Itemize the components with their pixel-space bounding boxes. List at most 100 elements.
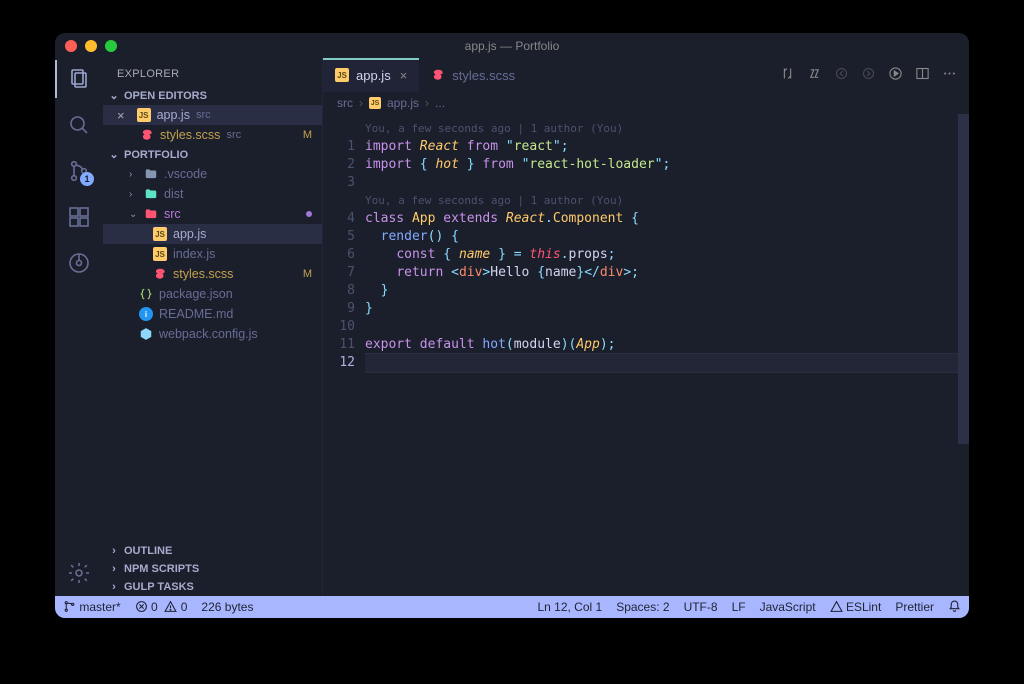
tree-folder[interactable]: › .vscode [103, 164, 322, 184]
line-number-gutter: 123 456789 101112 [323, 114, 365, 596]
tab-label: app.js [356, 68, 391, 83]
open-editor-item[interactable]: styles.scss src M [103, 125, 322, 145]
breadcrumb-item[interactable]: ... [435, 96, 445, 110]
breadcrumb-item[interactable]: src [337, 96, 353, 110]
file-dir: src [226, 129, 241, 141]
folder-icon [144, 187, 158, 201]
portfolio-section[interactable]: ⌄ PORTFOLIO [103, 145, 322, 164]
file-dir: src [196, 109, 211, 121]
tab-label: styles.scss [452, 68, 515, 83]
folder-icon [144, 167, 158, 181]
run-icon[interactable] [888, 66, 903, 84]
chevron-right-icon: › [359, 96, 363, 110]
chevron-down-icon: ⌄ [109, 148, 119, 161]
next-change-icon[interactable] [861, 66, 876, 84]
scss-file-icon [140, 128, 154, 142]
minimize-window-button[interactable] [85, 40, 97, 52]
folder-name: .vscode [164, 167, 207, 181]
problems-status[interactable]: 0 0 [135, 600, 188, 614]
file-name: webpack.config.js [159, 327, 258, 341]
tree-file[interactable]: JS index.js [103, 244, 322, 264]
gulp-label: GULP TASKS [124, 581, 194, 593]
gulp-tasks-section[interactable]: › GULP TASKS [103, 578, 322, 596]
breadcrumb[interactable]: src › JS app.js › ... [323, 92, 969, 114]
file-name: styles.scss [173, 267, 233, 281]
info-file-icon: i [139, 307, 153, 321]
cursor-position-status[interactable]: Ln 12, Col 1 [537, 600, 602, 614]
tree-file[interactable]: styles.scss M [103, 264, 322, 284]
close-editor-icon[interactable]: × [117, 108, 125, 123]
extensions-activity-icon[interactable] [66, 204, 92, 230]
open-changes-icon[interactable] [807, 66, 822, 84]
activity-bar: 1 [55, 58, 103, 596]
js-file-icon: JS [369, 97, 381, 109]
close-tab-icon[interactable]: × [400, 68, 408, 83]
tree-file[interactable]: webpack.config.js [103, 324, 322, 344]
source-control-activity-icon[interactable]: 1 [66, 158, 92, 184]
file-size-status[interactable]: 226 bytes [201, 600, 253, 614]
eslint-status[interactable]: ESLint [830, 600, 882, 614]
code-lens[interactable]: You, a few seconds ago | 1 author (You) [365, 192, 969, 210]
modified-dot-icon [306, 211, 312, 217]
settings-activity-icon[interactable] [66, 560, 92, 586]
chevron-right-icon: › [129, 189, 138, 200]
window-title: app.js — Portfolio [55, 39, 969, 53]
scm-badge: 1 [80, 172, 94, 186]
explorer-activity-icon[interactable] [66, 66, 92, 92]
tree-file[interactable]: JS app.js [103, 224, 322, 244]
encoding-status[interactable]: UTF-8 [684, 600, 718, 614]
previous-change-icon[interactable] [834, 66, 849, 84]
js-file-icon: JS [153, 247, 167, 261]
more-actions-icon[interactable] [942, 66, 957, 84]
tree-file[interactable]: package.json [103, 284, 322, 304]
split-editor-icon[interactable] [915, 66, 930, 84]
prettier-status[interactable]: Prettier [895, 600, 934, 614]
explorer-sidebar: EXPLORER ⌄ OPEN EDITORS × JS app.js src … [103, 58, 323, 596]
file-name: app.js [173, 227, 206, 241]
tree-file[interactable]: i README.md [103, 304, 322, 324]
outline-section[interactable]: › OUTLINE [103, 542, 322, 560]
modified-indicator: M [303, 129, 312, 141]
maximize-window-button[interactable] [105, 40, 117, 52]
git-branch-status[interactable]: master* [63, 600, 121, 614]
chevron-right-icon: › [129, 169, 138, 180]
scss-file-icon [431, 68, 445, 82]
js-file-icon: JS [335, 68, 349, 82]
outline-label: OUTLINE [124, 545, 172, 557]
gitlens-activity-icon[interactable] [66, 250, 92, 276]
titlebar: app.js — Portfolio [55, 33, 969, 58]
chevron-right-icon: › [425, 96, 429, 110]
file-name: app.js [157, 108, 190, 122]
breadcrumb-item[interactable]: app.js [387, 96, 419, 110]
tab-app-js[interactable]: JS app.js × [323, 58, 419, 92]
npm-label: NPM SCRIPTS [124, 563, 199, 575]
file-name: index.js [173, 247, 215, 261]
eol-status[interactable]: LF [732, 600, 746, 614]
tree-folder[interactable]: › dist [103, 184, 322, 204]
indentation-status[interactable]: Spaces: 2 [616, 600, 669, 614]
open-editor-item[interactable]: × JS app.js src [103, 105, 322, 125]
portfolio-label: PORTFOLIO [124, 149, 188, 161]
file-name: README.md [159, 307, 233, 321]
json-file-icon [139, 287, 153, 301]
language-mode-status[interactable]: JavaScript [760, 600, 816, 614]
chevron-right-icon: › [109, 563, 119, 575]
chevron-right-icon: › [109, 581, 119, 593]
notifications-icon[interactable] [948, 600, 961, 614]
code-content[interactable]: You, a few seconds ago | 1 author (You) … [365, 114, 969, 596]
compare-changes-icon[interactable] [780, 66, 795, 84]
open-editors-section[interactable]: ⌄ OPEN EDITORS [103, 86, 322, 105]
open-editors-label: OPEN EDITORS [124, 90, 207, 102]
npm-scripts-section[interactable]: › NPM SCRIPTS [103, 560, 322, 578]
code-lens[interactable]: You, a few seconds ago | 1 author (You) [365, 120, 969, 138]
tab-styles-scss[interactable]: styles.scss [419, 58, 527, 92]
editor-toolbar [780, 58, 969, 92]
search-activity-icon[interactable] [66, 112, 92, 138]
editor-scrollbar[interactable] [958, 114, 969, 444]
tree-folder-src[interactable]: ⌄ src [103, 204, 322, 224]
chevron-down-icon: ⌄ [109, 89, 119, 102]
code-editor[interactable]: 123 456789 101112 You, a few seconds ago… [323, 114, 969, 596]
close-window-button[interactable] [65, 40, 77, 52]
file-name: styles.scss [160, 128, 220, 142]
chevron-right-icon: › [109, 545, 119, 557]
